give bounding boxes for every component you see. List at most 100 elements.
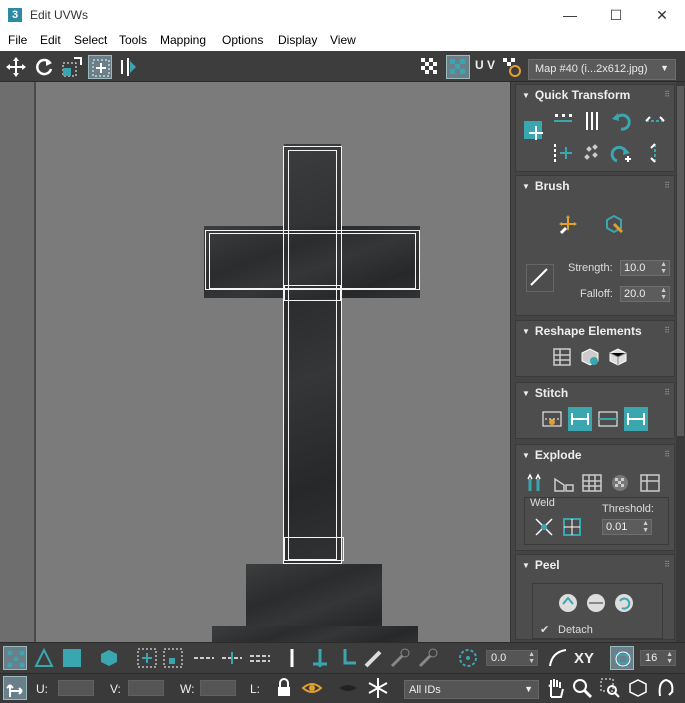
paint-select-grow-icon[interactable]: [388, 646, 412, 670]
polygon-mode-icon[interactable]: [60, 646, 84, 670]
flatten-by-smoothing-group-icon[interactable]: [580, 471, 604, 495]
align-to-edge-icon[interactable]: [551, 141, 575, 165]
rotation-field[interactable]: 0.0 ▲ ▼: [486, 650, 538, 666]
absolute-offset-icon[interactable]: [3, 676, 27, 700]
minimize-button[interactable]: —: [547, 0, 593, 31]
space-horizontal-icon[interactable]: [643, 109, 667, 133]
edge-mode-icon[interactable]: [32, 646, 56, 670]
v-coordinate-field[interactable]: [128, 680, 164, 696]
shrink-selection-icon[interactable]: [161, 646, 185, 670]
explode-title[interactable]: ▼ Explode: [522, 448, 582, 462]
edge-ring-icon[interactable]: [280, 646, 304, 670]
stitch-to-source-icon[interactable]: [568, 407, 592, 431]
flatten-by-material-id-icon[interactable]: [608, 471, 632, 495]
strength-spinner[interactable]: 10.0 ▲ ▼: [620, 260, 670, 276]
panel-scrollbar[interactable]: [676, 82, 685, 642]
checker-pattern-icon[interactable]: [418, 55, 442, 79]
space-vertical-icon[interactable]: [643, 141, 667, 165]
straighten-icon[interactable]: [581, 141, 605, 165]
rotate-icon[interactable]: [32, 55, 56, 79]
detach-checkbox[interactable]: ✔: [540, 623, 549, 636]
paint-select-shrink-icon[interactable]: [416, 646, 440, 670]
threshold-spinner[interactable]: 0.01 ▲ ▼: [602, 519, 652, 535]
pan-hand-icon[interactable]: [544, 676, 568, 700]
brush-falloff-icon[interactable]: [526, 264, 554, 292]
freeform-icon[interactable]: [88, 55, 112, 79]
stitch-custom-icon[interactable]: [540, 407, 564, 431]
scale-icon[interactable]: [60, 55, 84, 79]
paint-move-icon[interactable]: [556, 212, 580, 236]
align-horizontal-icon[interactable]: [551, 109, 575, 133]
uv-viewport[interactable]: [0, 82, 510, 642]
menu-options[interactable]: Options: [222, 33, 263, 47]
loop-grow-icon[interactable]: [220, 646, 244, 670]
grow-selection-icon[interactable]: [135, 646, 159, 670]
break-icon[interactable]: [524, 471, 548, 495]
paint-select-icon[interactable]: [362, 646, 386, 670]
move-icon[interactable]: [4, 55, 28, 79]
relax-options-icon[interactable]: [606, 345, 630, 369]
menu-tools[interactable]: Tools: [119, 33, 147, 47]
unhide-icon[interactable]: [336, 676, 360, 700]
rotate-ccw-icon[interactable]: [609, 109, 633, 133]
menu-mapping[interactable]: Mapping: [160, 33, 206, 47]
zoom-extents-icon[interactable]: [626, 676, 650, 700]
loop-shrink-icon[interactable]: [248, 646, 272, 670]
peel-title[interactable]: ▼ Peel: [522, 558, 560, 572]
rotate-cw-icon[interactable]: [609, 141, 633, 165]
xy-label[interactable]: XY: [574, 650, 594, 667]
stitch-title[interactable]: ▼ Stitch: [522, 386, 568, 400]
angle-snap-icon[interactable]: [456, 646, 480, 670]
grid-snap-icon[interactable]: [610, 646, 634, 670]
peel-mode-icon[interactable]: [584, 591, 608, 615]
reshape-elements-title[interactable]: ▼ Reshape Elements: [522, 324, 642, 338]
relax-brush-icon[interactable]: [602, 212, 626, 236]
menu-edit[interactable]: Edit: [40, 33, 61, 47]
lock-icon[interactable]: [272, 676, 296, 700]
show-map-icon[interactable]: [446, 55, 470, 79]
straighten-selection-icon[interactable]: [550, 345, 574, 369]
flatten-by-polygon-angle-icon[interactable]: [552, 471, 576, 495]
snap-options-icon[interactable]: [654, 676, 678, 700]
map-select[interactable]: Map #40 (i...2x612.jpg) ▼: [528, 59, 676, 80]
grid-size-field[interactable]: 16 ▲ ▼: [640, 650, 676, 666]
reset-peel-icon[interactable]: [612, 591, 636, 615]
brush-title[interactable]: ▼ Brush: [522, 179, 570, 193]
uv-options-icon[interactable]: [500, 55, 524, 79]
menu-display[interactable]: Display: [278, 33, 317, 47]
zoom-region-icon[interactable]: [598, 676, 622, 700]
scrollbar-thumb[interactable]: [677, 86, 684, 436]
pivot-curve-icon[interactable]: [546, 646, 570, 670]
menu-select[interactable]: Select: [74, 33, 107, 47]
vertex-mode-icon[interactable]: [3, 646, 27, 670]
weld-all-selected-icon[interactable]: [560, 515, 584, 539]
freeze-icon[interactable]: [366, 676, 390, 700]
relax-icon[interactable]: [578, 345, 602, 369]
l-label: L:: [250, 682, 261, 696]
u-coordinate-field[interactable]: [58, 680, 94, 696]
mirror-icon[interactable]: [116, 55, 140, 79]
stitch-average-icon[interactable]: [596, 407, 620, 431]
align-vertical-icon[interactable]: [581, 109, 605, 133]
edge-loop-icon[interactable]: [308, 646, 332, 670]
falloff-spinner[interactable]: 20.0 ▲ ▼: [620, 286, 670, 302]
quick-peel-icon[interactable]: [556, 591, 580, 615]
quick-transform-title[interactable]: ▼ Quick Transform: [522, 88, 630, 102]
uv-label[interactable]: U V: [475, 58, 495, 72]
center-pivot-icon[interactable]: [524, 121, 543, 140]
element-mode-icon[interactable]: [97, 646, 121, 670]
weld-selected-icon[interactable]: [532, 515, 556, 539]
material-ids-select[interactable]: All IDs ▼: [404, 680, 539, 699]
stitch-to-target-icon[interactable]: [624, 407, 648, 431]
flatten-custom-icon[interactable]: [638, 471, 662, 495]
w-coordinate-field[interactable]: [200, 680, 236, 696]
spinner-arrows-icon: ▲ ▼: [528, 651, 535, 665]
select-by-element-icon[interactable]: [336, 646, 360, 670]
close-button[interactable]: ✕: [639, 0, 685, 31]
hide-icon[interactable]: [300, 676, 324, 700]
ring-grow-icon[interactable]: [192, 646, 216, 670]
maximize-button[interactable]: ☐: [593, 0, 639, 31]
zoom-icon[interactable]: [570, 676, 594, 700]
menu-view[interactable]: View: [330, 33, 356, 47]
menu-file[interactable]: File: [8, 33, 27, 47]
